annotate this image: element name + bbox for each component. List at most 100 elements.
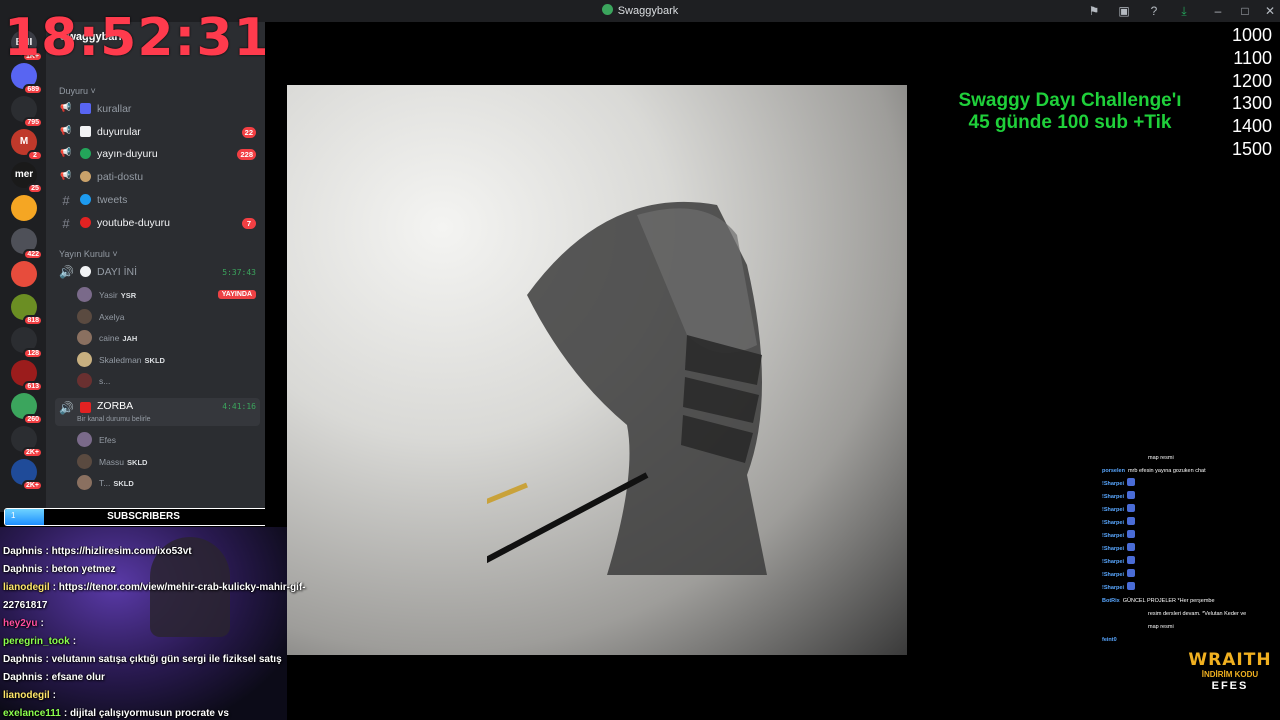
category-announce[interactable]: Duyuru ˅ bbox=[59, 86, 96, 96]
server-icon[interactable] bbox=[11, 195, 37, 221]
chat-text: efsane olur bbox=[51, 672, 105, 683]
avatar bbox=[77, 330, 92, 345]
sub-goal-value: 1500 bbox=[1231, 138, 1272, 159]
voice-user-label: Yasir YSR bbox=[99, 290, 136, 300]
twitch-chat-message: !Sharpei bbox=[1102, 478, 1280, 491]
sub-goal-value: 1300 bbox=[1231, 93, 1272, 114]
server-icon[interactable]: 795 bbox=[11, 96, 43, 128]
server-icon[interactable]: 613 bbox=[11, 360, 43, 392]
armored-figure-drawing bbox=[487, 201, 767, 575]
speaker-icon: 🔊 bbox=[59, 401, 74, 415]
chat-text: 22761817 bbox=[3, 600, 48, 611]
voice-user[interactable]: Axelya bbox=[77, 308, 260, 326]
close-button[interactable]: ✕ bbox=[1262, 3, 1278, 19]
screen-share-icon[interactable]: ▣ bbox=[1116, 3, 1132, 19]
chat-username: Daphnis bbox=[3, 654, 43, 665]
server-mention-badge: 128 bbox=[23, 348, 43, 359]
sub-goal-value: 1000 bbox=[1231, 25, 1272, 45]
voice-user[interactable]: Skaledman SKLD bbox=[77, 351, 260, 369]
server-icon[interactable]: M2 bbox=[11, 129, 43, 161]
server-icon[interactable] bbox=[11, 261, 37, 287]
channel-tweets[interactable]: # tweets bbox=[55, 190, 260, 210]
red-square-icon bbox=[80, 402, 91, 413]
stream-chat-overlay: Daphnis: https://hizliresim.com/ixo53vt D… bbox=[3, 543, 323, 720]
channel-duyurular[interactable]: 📢 duyurular 22 bbox=[55, 122, 260, 142]
chat-message: hey2yu: bbox=[3, 615, 323, 633]
announcement-icon: 📢 bbox=[60, 124, 72, 135]
twitch-chat-message: map resmi bbox=[1102, 452, 1280, 465]
server-icon[interactable]: 260 bbox=[11, 393, 43, 425]
chat-username: Daphnis bbox=[3, 672, 43, 683]
chat-username: Daphnis bbox=[3, 564, 43, 575]
voice-user-name: s... bbox=[99, 376, 111, 386]
minimize-button[interactable]: – bbox=[1210, 3, 1226, 19]
server-mention-badge: 818 bbox=[23, 315, 43, 326]
voice-user[interactable]: Massu SKLD bbox=[77, 453, 260, 471]
channel-emoji-icon bbox=[80, 193, 91, 205]
voice-user-name: Massu bbox=[99, 456, 125, 467]
voice-channel-dayi-ini[interactable]: 🔊 DAYI İNİ 5:37:43 bbox=[55, 262, 260, 282]
server-icon[interactable]: 422 bbox=[11, 228, 43, 260]
server-icon[interactable]: 818 bbox=[11, 294, 43, 326]
voice-user-label: Efes bbox=[99, 435, 116, 445]
emote-icon bbox=[1127, 530, 1136, 538]
server-icon[interactable]: 128 bbox=[11, 327, 43, 359]
server-mention-badge: 422 bbox=[23, 249, 43, 260]
chat-text: https://hizliresim.com/ixo53vt bbox=[51, 546, 192, 557]
voice-user[interactable]: s... bbox=[77, 372, 260, 390]
twitch-chat-username: !Sharpei bbox=[1102, 546, 1125, 552]
chat-username: exelance111 bbox=[3, 708, 61, 719]
twitch-chat-username: porselen bbox=[1102, 468, 1125, 474]
server-icon[interactable]: mer 25 bbox=[11, 162, 43, 194]
twitch-chat-message: !Sharpei bbox=[1102, 556, 1280, 569]
channel-emoji-icon bbox=[80, 125, 91, 137]
voice-user[interactable]: Efes bbox=[77, 431, 260, 449]
server-mention-badge: 25 bbox=[27, 183, 43, 194]
inbox-flag-icon[interactable]: ⚑ bbox=[1086, 3, 1102, 19]
chat-username: peregrin_took bbox=[3, 636, 70, 647]
voice-user-name: Skaledman bbox=[99, 354, 142, 365]
server-icon[interactable]: 2K+ bbox=[11, 459, 43, 491]
twitch-chat-overlay: map resmi porselen mrb efesin yayına gozuk… bbox=[1102, 452, 1280, 647]
user-tag: SKLD bbox=[127, 457, 148, 467]
voice-user-label: T... SKLD bbox=[99, 478, 134, 488]
channel-name: duyurular bbox=[97, 125, 141, 138]
channel-kurallar[interactable]: 📢 kurallar bbox=[55, 99, 260, 119]
channel-pati-dostu[interactable]: 📢 pati-dostu bbox=[55, 167, 260, 187]
subscribers-label: SUBSCRIBERS bbox=[107, 511, 180, 522]
channel-emoji-icon bbox=[80, 148, 91, 160]
voice-channel-zorba[interactable]: 🔊 ZORBA 4:41:16 Bir kanal durumu belirle bbox=[55, 398, 260, 426]
sub-goal-value: 1100 bbox=[1233, 47, 1272, 68]
server-rail: ENI 1K+ 689 795 M 2 mer 25 422 818 128 613 260 2K+ 2K+ bbox=[0, 22, 46, 512]
maximize-button[interactable]: □ bbox=[1237, 3, 1253, 19]
help-icon[interactable]: ? bbox=[1146, 3, 1162, 19]
twitch-chat-message: !Sharpei bbox=[1102, 504, 1280, 517]
category-stream[interactable]: Yayın Kurulu ˅ bbox=[59, 249, 118, 259]
server-mention-badge: 2K+ bbox=[21, 480, 43, 491]
voice-user-name: Axelya bbox=[99, 311, 125, 322]
channel-yayın-duyuru[interactable]: 📢 yayın-duyuru 228 bbox=[55, 144, 260, 164]
twitch-chat-username: !Sharpei bbox=[1102, 572, 1125, 578]
channel-youtube-duyuru[interactable]: # youtube-duyuru 7 bbox=[55, 213, 260, 233]
server-icon[interactable]: 2K+ bbox=[11, 426, 43, 458]
voice-user-name: Yasir bbox=[99, 290, 118, 300]
voice-user[interactable]: caine JAH bbox=[77, 329, 260, 347]
unread-count-badge: 7 bbox=[242, 217, 256, 229]
server-mention-badge: 795 bbox=[23, 117, 43, 128]
voice-user[interactable]: Yasir YSR YAYINDA bbox=[77, 286, 260, 304]
chat-message: Daphnis: velutanın satışa çıktığı gün se… bbox=[3, 651, 323, 669]
voice-user-label: Massu SKLD bbox=[99, 457, 147, 467]
user-tag: SKLD bbox=[144, 355, 165, 365]
channel-name: youtube-duyuru bbox=[97, 216, 170, 229]
server-mention-badge: 613 bbox=[23, 381, 43, 392]
chat-separator: : bbox=[52, 690, 57, 701]
chat-text: beton yetmez bbox=[51, 564, 116, 575]
avatar bbox=[77, 373, 92, 388]
avatar bbox=[77, 453, 92, 469]
emote-icon bbox=[1127, 556, 1136, 564]
twitch-chat-message: !Sharpei bbox=[1102, 582, 1280, 595]
voice-user-name: T... bbox=[99, 478, 111, 488]
download-icon[interactable]: ⤓ bbox=[1176, 3, 1192, 19]
subscribers-goal-bar: 1 SUBSCRIBERS 7 bbox=[4, 508, 283, 526]
voice-user[interactable]: T... SKLD bbox=[77, 474, 260, 492]
